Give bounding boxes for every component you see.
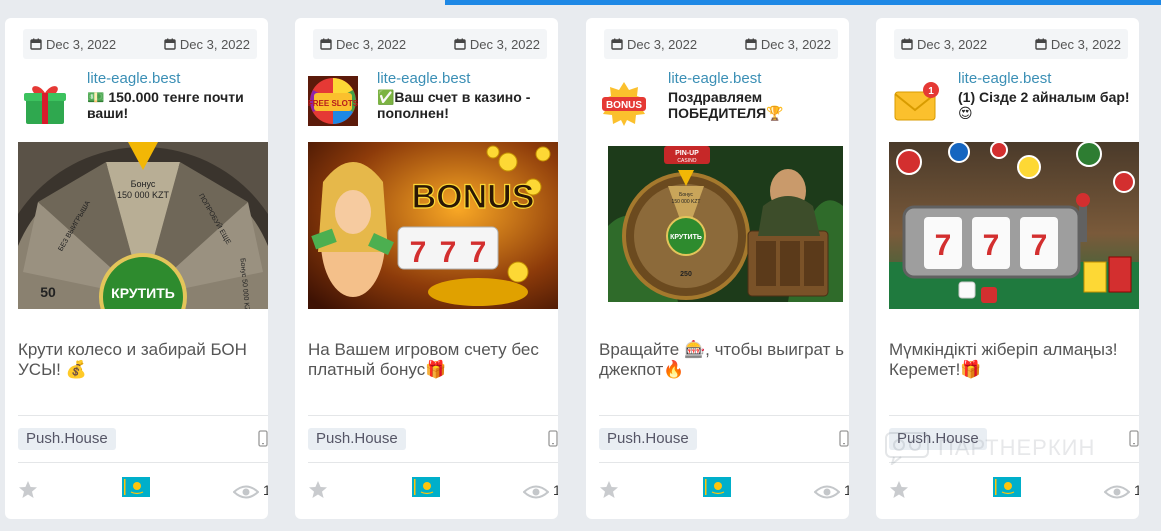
star-icon[interactable] <box>308 480 328 500</box>
ad-body: Мүмкіндікті жіберіп алмаңыз! Керемет!🎁 <box>889 340 1118 379</box>
ad-title: ✅Ваш счет в казино - пополнен! <box>377 89 531 121</box>
free-slots-icon: FREE SLOTS <box>308 76 358 126</box>
spin-label: КРУТИТЬ <box>670 234 702 241</box>
wheel-label: Бонус <box>679 192 693 198</box>
divider <box>308 462 558 463</box>
spin-label: КРУТИТЬ <box>111 285 175 301</box>
wheel-label: Бонус <box>131 179 156 189</box>
wheel-label: 250 <box>680 271 692 278</box>
ad-domain[interactable]: lite-eagle.best <box>87 70 180 87</box>
icon-label: FREE SLOTS <box>308 99 358 108</box>
mobile-device-icon <box>1129 430 1139 447</box>
view-count: 1 <box>1134 482 1139 498</box>
pin-up-wheel-image: PIN-UP CASINO Бонус 150 000 KZT КРУТИТЬ … <box>608 146 843 302</box>
slot-symbol: 7 <box>470 236 487 269</box>
view-count: 1 <box>844 482 849 498</box>
divider <box>599 462 849 463</box>
gift-box-icon <box>24 86 66 124</box>
flag-kz-icon <box>993 477 1021 497</box>
eye-icon <box>233 485 259 499</box>
ad-body: Крути колесо и забирай БОН УСЫ! 💰 <box>18 340 247 379</box>
eye-icon <box>1104 485 1130 499</box>
eye-icon <box>523 485 549 499</box>
ad-title: (1) Сізде 2 айналым бар! 😍 <box>958 89 1130 121</box>
ad-domain[interactable]: lite-eagle.best <box>668 70 761 87</box>
star-icon[interactable] <box>599 480 619 500</box>
ad-card[interactable]: Dec 3, 2022 Dec 3, 2022 1 lite-eagle.bes… <box>876 18 1139 519</box>
source-tag[interactable]: Push.House <box>889 428 987 450</box>
divider <box>599 415 849 416</box>
casino-bonus-image: BONUS 7 7 7 <box>308 142 558 309</box>
ad-card[interactable]: Dec 3, 2022 Dec 3, 2022 FREE SLOTS lite-… <box>295 18 558 519</box>
ad-card[interactable]: Dec 3, 2022 Dec 3, 2022 lite-eagle.best … <box>5 18 268 519</box>
star-icon[interactable] <box>18 480 38 500</box>
envelope-notification-icon: 1 <box>894 82 939 121</box>
slot-symbol: 7 <box>935 229 952 262</box>
mobile-device-icon <box>258 430 268 447</box>
bonus-text: BONUS <box>412 178 535 216</box>
source-tag[interactable]: Push.House <box>599 428 697 450</box>
divider <box>308 415 558 416</box>
view-count: 1 <box>263 482 268 498</box>
brand-label: CASINO <box>677 158 696 164</box>
flag-kz-icon <box>412 477 440 497</box>
ad-body: Вращайте 🎰, чтобы выиграт ь джекпот🔥 <box>599 340 845 379</box>
bonus-badge-icon: BONUS <box>602 82 646 126</box>
flag-kz-icon <box>122 477 150 497</box>
wheel-label: 50 <box>40 284 56 300</box>
divider <box>889 415 1139 416</box>
star-icon[interactable] <box>889 480 909 500</box>
slot-symbol: 7 <box>410 236 427 269</box>
mobile-device-icon <box>839 430 849 447</box>
prize-wheel-image: Бонус 150 000 KZT КРУТИТЬ 50 БЕЗ ВЫИГРЫШ… <box>18 142 268 309</box>
ad-domain[interactable]: lite-eagle.best <box>958 70 1051 87</box>
ad-card[interactable]: Dec 3, 2022 Dec 3, 2022 BONUS lite-eagle… <box>586 18 849 519</box>
slot-symbol: 7 <box>1031 229 1048 262</box>
flag-kz-icon <box>703 477 731 497</box>
icon-label: BONUS <box>606 100 642 111</box>
wheel-label: 150 000 KZT <box>117 190 170 200</box>
slot-machine-image: 7 7 7 <box>889 142 1139 309</box>
slot-symbol: 7 <box>440 236 457 269</box>
divider <box>18 415 268 416</box>
wheel-label: 150 000 KZT <box>672 199 701 205</box>
top-progress-bar <box>445 0 1161 5</box>
ad-domain[interactable]: lite-eagle.best <box>377 70 470 87</box>
slot-symbol: 7 <box>983 229 1000 262</box>
ad-body: На Вашем игровом счету бес платный бонус… <box>308 340 539 379</box>
mobile-device-icon <box>548 430 558 447</box>
brand-label: PIN-UP <box>675 150 699 157</box>
divider <box>889 462 1139 463</box>
eye-icon <box>814 485 840 499</box>
ad-title: 💵 150.000 тенге почти ваши! <box>87 89 244 121</box>
source-tag[interactable]: Push.House <box>18 428 116 450</box>
divider <box>18 462 268 463</box>
ad-title: Поздравляем ПОБЕДИТЕЛЯ🏆 <box>668 89 784 121</box>
notification-badge: 1 <box>928 86 934 97</box>
view-count: 1 <box>553 482 558 498</box>
source-tag[interactable]: Push.House <box>308 428 406 450</box>
